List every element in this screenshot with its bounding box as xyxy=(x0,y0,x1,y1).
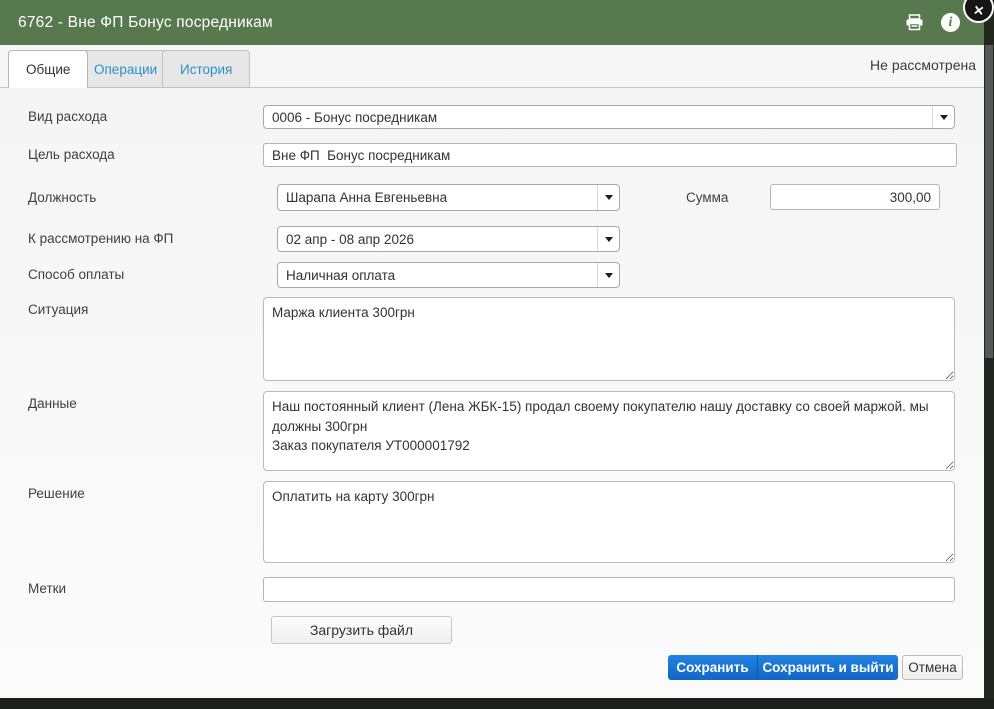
form: Вид расхода 0006 - Бонус посредникам Цел… xyxy=(0,88,984,698)
label-vid-rashoda: Вид расхода xyxy=(28,109,107,124)
label-reshenie: Решение xyxy=(28,486,85,501)
reshenie-textarea[interactable]: Оплатить на карту 300грн xyxy=(263,481,955,563)
window-title: 6762 - Вне ФП Бонус посредникам xyxy=(0,14,273,32)
label-dannye: Данные xyxy=(28,396,77,411)
label-summa: Сумма xyxy=(686,190,728,205)
select-sposob-oplaty[interactable]: Наличная оплата xyxy=(277,262,620,288)
chevron-down-icon[interactable] xyxy=(597,263,619,287)
label-situaciya: Ситуация xyxy=(28,302,88,317)
save-button[interactable]: Сохранить xyxy=(668,655,757,680)
titlebar: 6762 - Вне ФП Бонус посредникам i xyxy=(0,0,984,45)
situaciya-textarea[interactable]: Маржа клиента 300грн xyxy=(263,297,955,381)
titlebar-icons: i xyxy=(905,0,960,45)
summa-input[interactable] xyxy=(770,184,940,210)
tab-bar: Общие Операции История Не рассмотрена xyxy=(0,45,984,88)
scrollbar-thumb[interactable] xyxy=(985,45,993,358)
select-k-rassmotreniyu-value: 02 апр - 08 апр 2026 xyxy=(278,232,597,247)
dialog-window: 6762 - Вне ФП Бонус посредникам i ✕ xyxy=(0,0,984,698)
status-badge: Не рассмотрена xyxy=(870,57,976,73)
select-vid-rashoda-value: 0006 - Бонус посредникам xyxy=(264,110,932,125)
window-bottom-edge xyxy=(0,698,994,709)
tab-istoriya[interactable]: История xyxy=(162,50,250,88)
screen: 6762 - Вне ФП Бонус посредникам i ✕ xyxy=(0,0,994,709)
label-sposob-oplaty: Способ оплаты xyxy=(28,267,124,282)
select-sposob-oplaty-value: Наличная оплата xyxy=(278,268,597,283)
info-icon[interactable]: i xyxy=(941,13,960,32)
chevron-down-icon[interactable] xyxy=(932,106,954,128)
select-dolzhnost[interactable]: Шарапа Анна Евгеньевна xyxy=(277,184,620,211)
dannye-textarea[interactable]: Наш постоянный клиент (Лена ЖБК-15) прод… xyxy=(263,391,955,471)
tab-obshchie[interactable]: Общие xyxy=(8,50,88,88)
print-icon[interactable] xyxy=(905,14,924,31)
select-vid-rashoda[interactable]: 0006 - Бонус посредникам xyxy=(263,105,955,129)
scrollbar-track[interactable] xyxy=(984,0,994,709)
label-dolzhnost: Должность xyxy=(28,190,96,205)
chevron-down-icon[interactable] xyxy=(597,185,619,210)
label-metki: Метки xyxy=(28,581,66,596)
cancel-button[interactable]: Отмена xyxy=(902,655,963,680)
chevron-down-icon[interactable] xyxy=(597,227,619,251)
select-dolzhnost-value: Шарапа Анна Евгеньевна xyxy=(278,190,597,205)
label-cel-rashoda: Цель расхода xyxy=(28,147,115,162)
tab-operacii[interactable]: Операции xyxy=(76,50,175,88)
save-and-exit-button[interactable]: Сохранить и выйти xyxy=(757,655,898,680)
metki-input[interactable] xyxy=(263,577,955,602)
cel-rashoda-input[interactable] xyxy=(263,143,957,167)
select-k-rassmotreniyu[interactable]: 02 апр - 08 апр 2026 xyxy=(277,226,620,252)
close-icon: ✕ xyxy=(972,3,985,21)
label-k-rassmotreniyu: К рассмотрению на ФП xyxy=(28,231,173,246)
upload-file-button[interactable]: Загрузить файл xyxy=(271,616,452,644)
